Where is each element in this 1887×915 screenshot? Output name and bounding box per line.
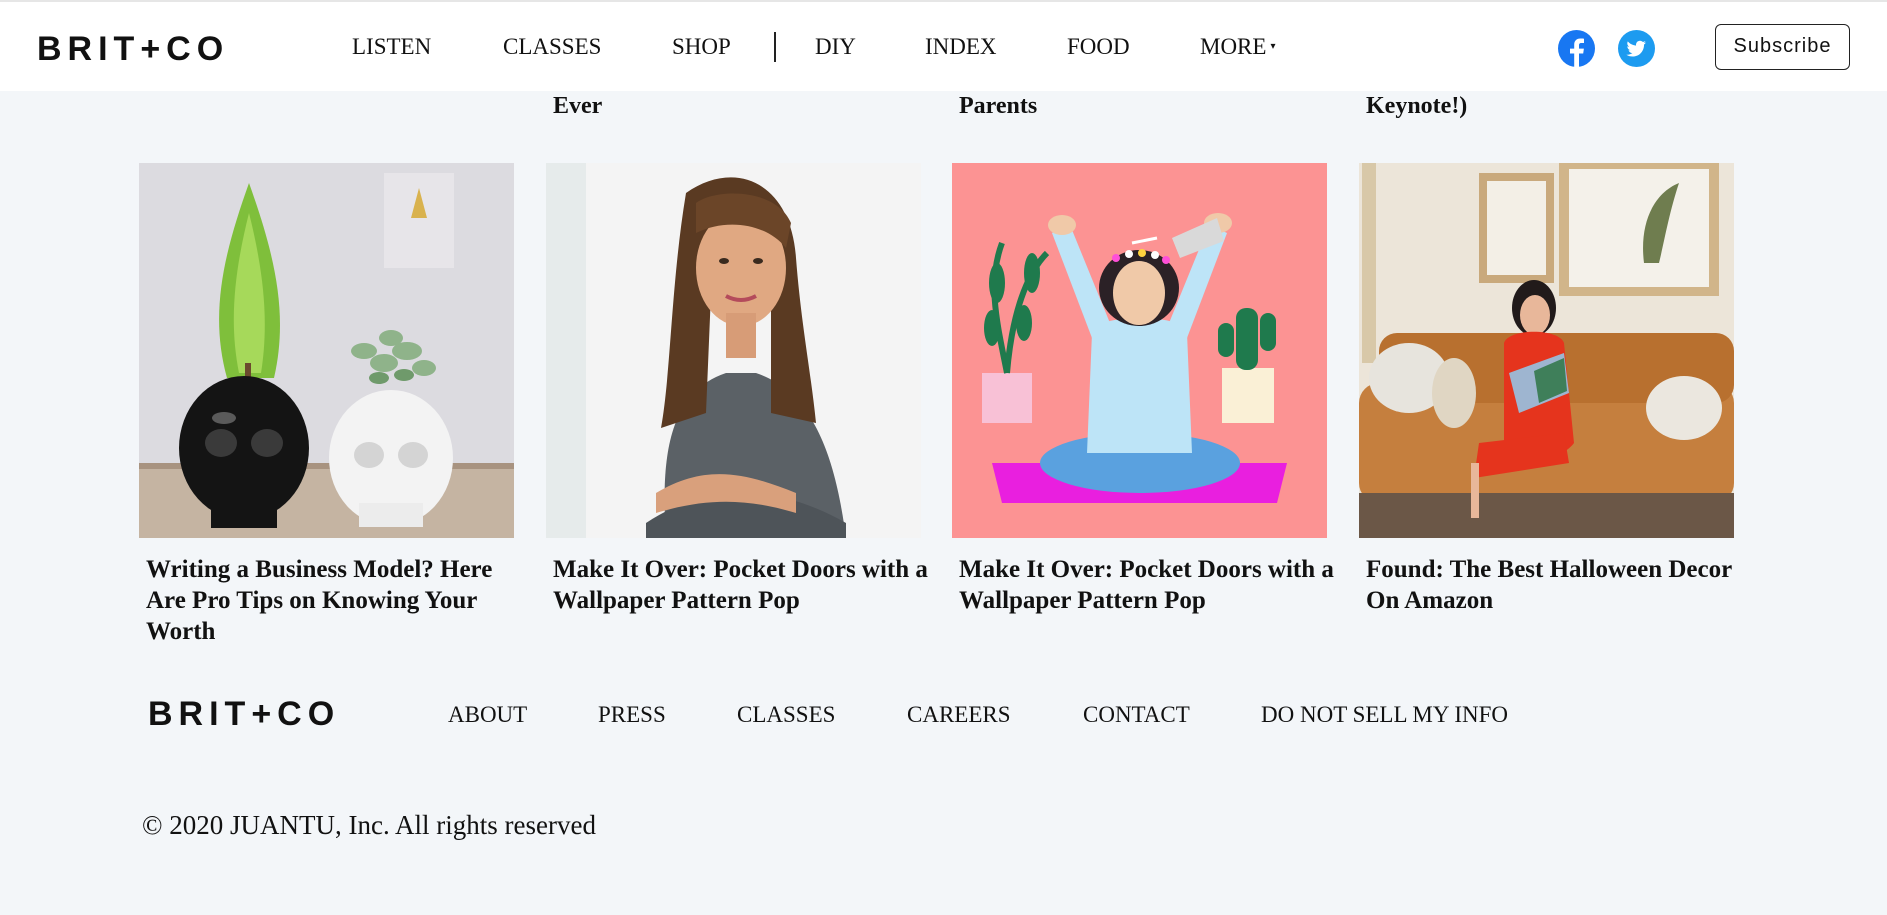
- subscribe-button[interactable]: Subscribe: [1715, 24, 1850, 70]
- footer-link-contact[interactable]: CONTACT: [1083, 703, 1190, 726]
- nav-listen[interactable]: LISTEN: [352, 35, 431, 58]
- facebook-icon[interactable]: [1558, 30, 1595, 67]
- copyright-text: © 2020 JUANTU, Inc. All rights reserved: [142, 810, 596, 840]
- footer-link-press[interactable]: PRESS: [598, 703, 666, 726]
- previous-card-title[interactable]: Ever: [553, 93, 602, 119]
- card-image-woman-portrait[interactable]: [546, 163, 921, 538]
- nav-shop[interactable]: SHOP: [672, 35, 731, 58]
- previous-card-title[interactable]: Keynote!): [1366, 93, 1467, 119]
- footer-brit-co-logo[interactable]: BRIT+CO: [148, 697, 340, 731]
- card-title[interactable]: Writing a Business Model? Here Are Pro T…: [146, 554, 531, 647]
- card-image-meditation-illustration[interactable]: [952, 163, 1327, 538]
- nav-more-label: MORE: [1200, 34, 1267, 59]
- brit-co-logo[interactable]: BRIT+CO: [37, 32, 229, 66]
- card-image-skull-planters[interactable]: [139, 163, 514, 538]
- card-title[interactable]: Found: The Best Halloween Decor On Amazo…: [1366, 554, 1751, 616]
- footer-link-about[interactable]: ABOUT: [448, 703, 527, 726]
- card-title[interactable]: Make It Over: Pocket Doors with a Wallpa…: [959, 554, 1344, 616]
- footer-link-do-not-sell[interactable]: DO NOT SELL MY INFO: [1261, 703, 1508, 726]
- twitter-icon[interactable]: [1618, 30, 1655, 67]
- nav-more[interactable]: MORE ▾: [1200, 35, 1275, 58]
- nav-diy[interactable]: DIY: [815, 35, 856, 58]
- chevron-down-icon: ▾: [1270, 40, 1276, 52]
- footer-link-careers[interactable]: CAREERS: [907, 703, 1011, 726]
- nav-index[interactable]: INDEX: [925, 35, 997, 58]
- previous-card-title[interactable]: Parents: [959, 93, 1037, 119]
- site-header: BRIT+CO LISTEN CLASSES SHOP DIY INDEX FO…: [0, 0, 1887, 91]
- card-image-living-room[interactable]: [1359, 163, 1734, 538]
- nav-food[interactable]: FOOD: [1067, 35, 1130, 58]
- card-title[interactable]: Make It Over: Pocket Doors with a Wallpa…: [553, 554, 938, 616]
- nav-classes[interactable]: CLASSES: [503, 35, 601, 58]
- footer-link-classes[interactable]: CLASSES: [737, 703, 835, 726]
- nav-divider: [774, 32, 776, 62]
